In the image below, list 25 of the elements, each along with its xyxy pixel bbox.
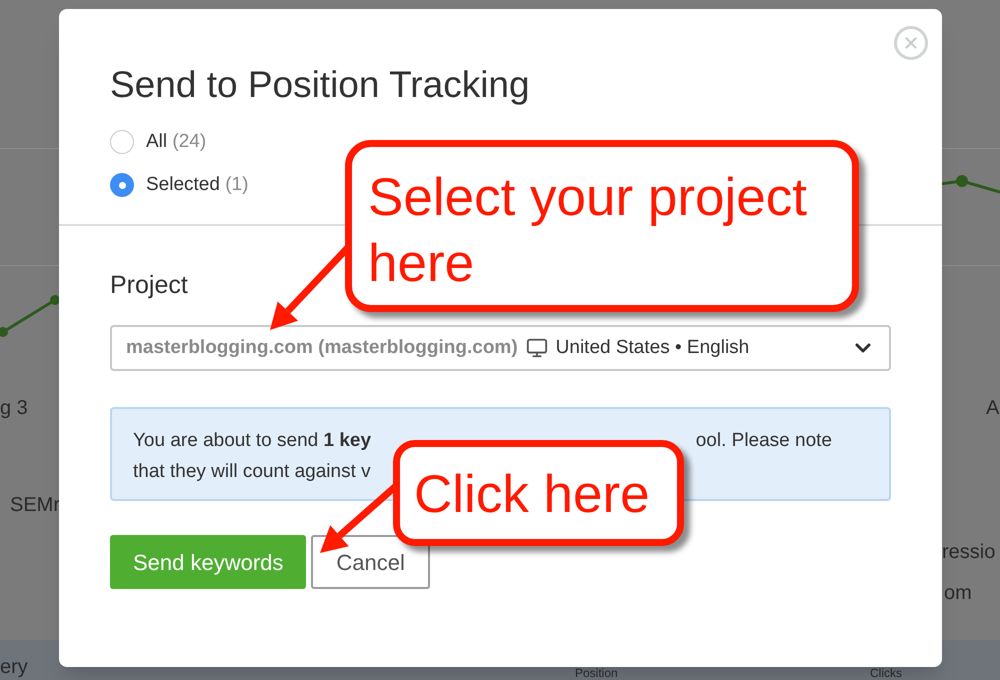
background-text: A [986,396,1000,421]
project-select[interactable]: masterblogging.com (masterblogging.com) United States • English [110,325,891,371]
radio-button[interactable] [110,173,134,197]
background-text: Position [575,667,618,680]
chart-line [0,295,60,337]
background-text: ressio [942,540,996,565]
callout: Click here [393,440,684,546]
radio-option[interactable]: All (24) [110,129,206,155]
field-label: Project [110,270,189,300]
chart-line [940,175,1000,194]
radio-option[interactable]: Selected (1) [110,172,248,198]
notice-text: that they will count against v [133,461,371,482]
notice-text: You are about to send 1 key [133,429,372,453]
background-text: SEMr [10,493,60,518]
close-icon[interactable] [894,26,928,60]
background-text: Clicks [870,667,902,680]
monitor-icon [526,337,548,359]
dialog-title: Send to Position Tracking [110,65,530,105]
callout: Select your project here [345,140,859,312]
background-text: ery [0,656,28,678]
background-text: om [944,581,972,606]
radio-button[interactable] [110,130,134,154]
notice-text: ool. Please note [696,429,832,453]
cancel-button[interactable]: Cancel [311,535,430,589]
background-text: g 3 [0,396,28,421]
